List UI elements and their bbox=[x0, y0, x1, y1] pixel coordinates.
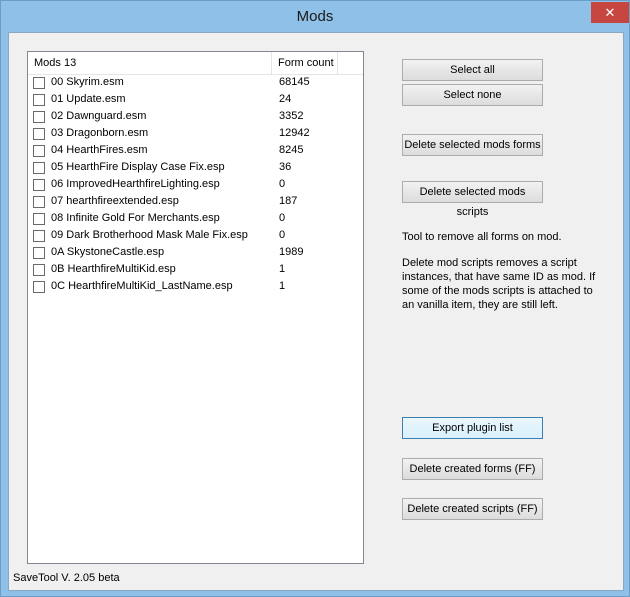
mod-name: 0C HearthfireMultiKid_LastName.esp bbox=[51, 280, 233, 292]
list-item[interactable]: 04 HearthFires.esm 8245 bbox=[28, 143, 363, 160]
list-item[interactable]: 08 Infinite Gold For Merchants.esp 0 bbox=[28, 211, 363, 228]
mod-form-count: 24 bbox=[279, 93, 292, 105]
close-icon: ✕ bbox=[604, 5, 616, 20]
list-item[interactable]: 0C HearthfireMultiKid_LastName.esp 1 bbox=[28, 279, 363, 296]
mod-checkbox[interactable] bbox=[33, 247, 45, 259]
mod-form-count: 1 bbox=[279, 263, 286, 275]
mod-form-count: 12942 bbox=[279, 127, 310, 139]
mod-checkbox[interactable] bbox=[33, 94, 45, 106]
mod-form-count: 3352 bbox=[279, 110, 304, 122]
mod-name: 07 hearthfireextended.esp bbox=[51, 195, 179, 207]
select-none-button[interactable]: Select none bbox=[402, 84, 543, 106]
delete-selected-forms-button[interactable]: Delete selected mods forms bbox=[402, 134, 543, 156]
mods-list[interactable]: Mods 13 Form count 00 Skyrim.esm 68145 01 … bbox=[27, 51, 364, 564]
list-item[interactable]: 02 Dawnguard.esm 3352 bbox=[28, 109, 363, 126]
list-item[interactable]: 00 Skyrim.esm 68145 bbox=[28, 75, 363, 92]
list-item[interactable]: 09 Dark Brotherhood Mask Male Fix.esp 0 bbox=[28, 228, 363, 245]
mods-window: Mods ✕ Mods 13 Form count 00 Skyrim.esm 6… bbox=[0, 0, 630, 597]
mod-name: 01 Update.esm bbox=[51, 93, 126, 105]
mod-checkbox[interactable] bbox=[33, 281, 45, 293]
mod-form-count: 0 bbox=[279, 229, 286, 241]
mod-checkbox[interactable] bbox=[33, 162, 45, 174]
mod-checkbox[interactable] bbox=[33, 128, 45, 140]
list-item[interactable]: 0B HearthfireMultiKid.esp 1 bbox=[28, 262, 363, 279]
title-bar[interactable]: Mods ✕ bbox=[1, 1, 629, 31]
mod-name: 06 ImprovedHearthfireLighting.esp bbox=[51, 178, 220, 190]
close-button[interactable]: ✕ bbox=[591, 2, 629, 23]
list-header: Mods 13 Form count bbox=[28, 52, 363, 75]
mod-name: 09 Dark Brotherhood Mask Male Fix.esp bbox=[51, 229, 248, 241]
client-area: Mods 13 Form count 00 Skyrim.esm 68145 01 … bbox=[8, 32, 624, 591]
mod-checkbox[interactable] bbox=[33, 213, 45, 225]
description-scripts: Delete mod scripts removes a script inst… bbox=[402, 257, 596, 311]
list-item[interactable]: 06 ImprovedHearthfireLighting.esp 0 bbox=[28, 177, 363, 194]
list-item[interactable]: 05 HearthFire Display Case Fix.esp 36 bbox=[28, 160, 363, 177]
mod-checkbox[interactable] bbox=[33, 77, 45, 89]
export-plugin-list-button[interactable]: Export plugin list bbox=[402, 417, 543, 439]
list-item[interactable]: 01 Update.esm 24 bbox=[28, 92, 363, 109]
mod-form-count: 68145 bbox=[279, 76, 310, 88]
delete-created-scripts-button[interactable]: Delete created scripts (FF) bbox=[402, 498, 543, 520]
mod-checkbox[interactable] bbox=[33, 264, 45, 276]
mod-checkbox[interactable] bbox=[33, 179, 45, 191]
mod-name: 02 Dawnguard.esm bbox=[51, 110, 147, 122]
mod-form-count: 0 bbox=[279, 178, 286, 190]
list-item[interactable]: 03 Dragonborn.esm 12942 bbox=[28, 126, 363, 143]
list-item[interactable]: 0A SkystoneCastle.esp 1989 bbox=[28, 245, 363, 262]
mod-checkbox[interactable] bbox=[33, 196, 45, 208]
delete-selected-scripts-button[interactable]: Delete selected mods scripts bbox=[402, 181, 543, 218]
mod-checkbox[interactable] bbox=[33, 145, 45, 157]
mod-name: 04 HearthFires.esm bbox=[51, 144, 148, 156]
mod-form-count: 1989 bbox=[279, 246, 304, 258]
status-text: SaveTool V. 2.05 beta bbox=[13, 572, 120, 584]
mod-name: 03 Dragonborn.esm bbox=[51, 127, 149, 139]
list-item[interactable]: 07 hearthfireextended.esp 187 bbox=[28, 194, 363, 211]
mod-form-count: 8245 bbox=[279, 144, 304, 156]
column-header-mods[interactable]: Mods 13 bbox=[28, 52, 272, 74]
mod-form-count: 187 bbox=[279, 195, 298, 207]
mod-checkbox[interactable] bbox=[33, 230, 45, 242]
mod-name: 0B HearthfireMultiKid.esp bbox=[51, 263, 176, 275]
window-title: Mods bbox=[296, 8, 334, 25]
mod-name: 05 HearthFire Display Case Fix.esp bbox=[51, 161, 225, 173]
description-forms: Tool to remove all forms on mod. bbox=[402, 231, 562, 243]
column-header-form-count[interactable]: Form count bbox=[272, 52, 338, 74]
mod-form-count: 36 bbox=[279, 161, 292, 173]
select-all-button[interactable]: Select all bbox=[402, 59, 543, 81]
mod-form-count: 0 bbox=[279, 212, 286, 224]
mod-form-count: 1 bbox=[279, 280, 286, 292]
delete-created-forms-button[interactable]: Delete created forms (FF) bbox=[402, 458, 543, 480]
mod-name: 0A SkystoneCastle.esp bbox=[51, 246, 165, 258]
mod-name: 08 Infinite Gold For Merchants.esp bbox=[51, 212, 220, 224]
mod-checkbox[interactable] bbox=[33, 111, 45, 123]
mod-name: 00 Skyrim.esm bbox=[51, 76, 124, 88]
